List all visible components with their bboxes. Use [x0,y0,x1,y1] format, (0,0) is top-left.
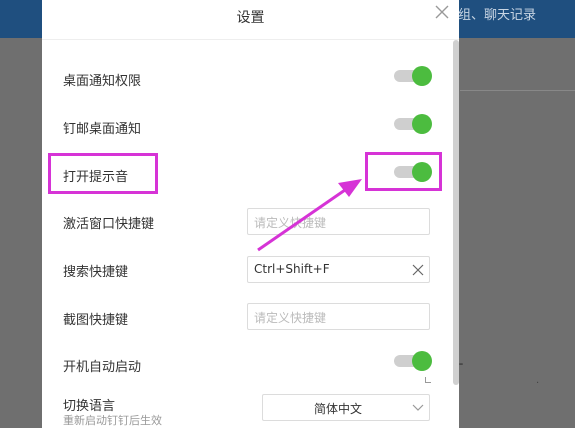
activate-shortcut-label: 激活窗口快捷键 [63,217,155,232]
input-placeholder: 请定义快捷键 [254,216,327,230]
activate-shortcut-input[interactable]: 请定义快捷键 [247,208,430,235]
search-shortcut-input[interactable]: Ctrl+Shift+F [247,256,430,283]
chevron-down-icon [411,401,425,415]
background-divider [460,90,575,91]
search-shortcut-label: 搜索快捷键 [63,265,129,280]
highlight-box-sound-toggle [365,152,442,191]
close-button[interactable] [432,2,452,22]
app-header-text: 组、聊天记录 [458,8,537,23]
language-note: 重新启动钉钉后生效 [63,414,162,427]
toggle-knob [412,114,432,134]
search-shortcut-value: Ctrl+Shift+F [254,262,330,276]
clear-shortcut-button[interactable] [411,263,425,277]
scroll-hint [425,377,431,383]
title-divider [42,39,459,40]
language-select[interactable]: 简体中文 [262,394,430,421]
toggle-knob [412,66,432,86]
dialog-title: 设置 [236,10,265,26]
toggle-knob [412,351,432,371]
background-mark: · [536,378,540,389]
close-icon [435,5,449,19]
dingmail-desktop-notify-toggle[interactable] [394,114,432,134]
scrollbar[interactable] [453,40,459,385]
autostart-label: 开机自动启动 [63,360,142,375]
desktop-notify-permission-label: 桌面通知权限 [63,74,142,89]
dingmail-desktop-notify-label: 钉邮桌面通知 [63,122,142,137]
desktop-notify-permission-toggle[interactable] [394,66,432,86]
screenshot-shortcut-input[interactable]: 请定义快捷键 [247,303,430,330]
highlight-box-sound-label [48,153,158,194]
language-value: 简体中文 [313,402,362,416]
input-placeholder: 请定义快捷键 [254,311,327,325]
autostart-toggle[interactable] [394,351,432,371]
clear-icon [412,264,424,276]
screenshot-shortcut-label: 截图快捷键 [63,313,129,328]
